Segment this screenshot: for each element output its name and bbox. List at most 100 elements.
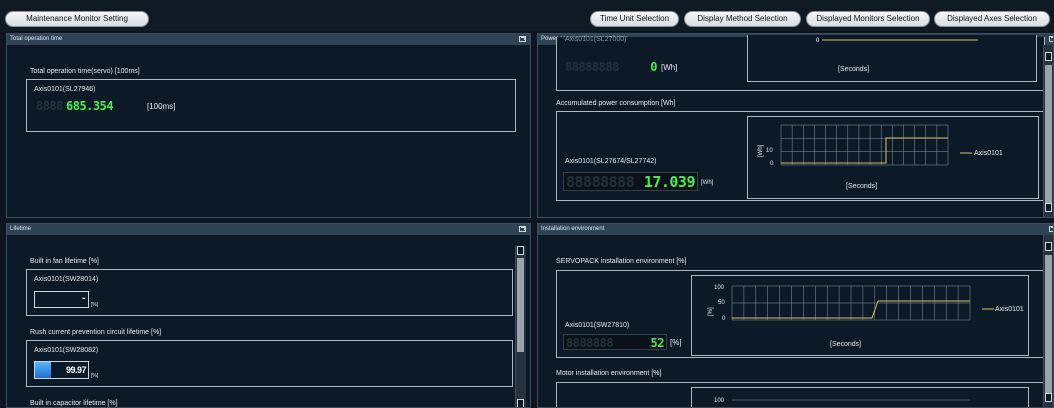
power-value: 0	[650, 60, 657, 74]
panel-title: Installation environment	[541, 226, 605, 232]
rush-current-bar: 99.97	[34, 361, 89, 379]
unit-label: [100ms]	[147, 102, 176, 111]
toolbar: Maintenance Monitor Setting Time Unit Se…	[0, 0, 1054, 31]
power-consumption-panel: Power consumption per unit time Axis0101…	[537, 33, 1054, 218]
rush-current-box: Axis0101(SW28082) 99.97 [%]	[26, 340, 513, 387]
scroll-up-icon[interactable]	[1045, 242, 1052, 251]
power-per-unit-box: Axis0101(SL27000) 88888888 0 [Wh] 0 [Sec…	[556, 35, 1045, 91]
servopack-box: Axis0101(SW27810) 8888888 52 [%] [%] 100…	[556, 270, 1045, 358]
scroll-up-icon[interactable]	[1045, 52, 1052, 61]
power-chart-svg: 0 [Seconds]	[816, 38, 978, 73]
vertical-scrollbar[interactable]	[1043, 45, 1053, 217]
scroll-thumb[interactable]	[517, 258, 524, 352]
vertical-scrollbar[interactable]	[1043, 235, 1053, 407]
rush-current-label: Rush current prevention circuit lifetime…	[30, 329, 162, 336]
maximize-icon[interactable]	[1049, 36, 1053, 42]
x-axis-label: [Seconds]	[846, 183, 877, 190]
panel-header: Lifetime	[7, 224, 530, 235]
axis-label: Axis0101(SW27810)	[565, 322, 630, 329]
value-display: 88888888 0	[563, 60, 659, 75]
operation-time-value: 685.354	[66, 99, 114, 113]
fan-lifetime-bar: -	[34, 291, 89, 308]
legend-label: Axis0101	[974, 150, 1003, 157]
maintenance-monitor-setting-button[interactable]: Maintenance Monitor Setting	[5, 11, 149, 27]
legend-label: Axis0101	[995, 306, 1024, 313]
scroll-up-icon[interactable]	[517, 246, 524, 255]
lcd-ghost-digits: 88888888	[566, 173, 635, 191]
fan-lifetime-box: Axis0101(SW28014) - [%]	[26, 269, 513, 316]
motor-environment-label: Motor installation environment [%]	[556, 370, 662, 377]
maximize-icon[interactable]	[1049, 226, 1053, 232]
fan-lifetime-value: -	[81, 294, 86, 304]
unit-label: [%]	[670, 338, 682, 347]
maximize-icon[interactable]	[519, 36, 526, 42]
monitor-box: Axis0101(SL27946) 8888 685.354 [100ms]	[26, 79, 516, 132]
y-tick-label: 0	[770, 161, 774, 167]
y-tick-label: 0	[722, 316, 726, 322]
time-unit-selection-button[interactable]: Time Unit Selection	[590, 11, 679, 27]
x-axis-label: [Seconds]	[838, 66, 869, 73]
y-axis-label: [Wh]	[758, 144, 764, 157]
servopack-chart-svg: [%] 100 50 0 Axis0101 [Seconds]	[708, 285, 1024, 348]
value-display: 8888888 52	[563, 334, 667, 350]
series-line	[781, 137, 948, 164]
value-display: 88888888 17.039	[563, 172, 698, 191]
fan-lifetime-label: Built in fan lifetime [%]	[30, 258, 99, 265]
x-axis-label: [Seconds]	[830, 341, 861, 348]
y-tick-label: 50	[718, 300, 725, 306]
accumulated-chart-svg: [Wh] 10 0 Axis0101 [Seconds]	[758, 124, 1003, 190]
accumulated-label: Accumulated power consumption [Wh]	[556, 100, 676, 107]
display-method-selection-button[interactable]: Display Method Selection	[684, 11, 801, 27]
accumulated-value: 17.039	[643, 173, 696, 191]
value-display: 8888 685.354	[34, 99, 144, 114]
maximize-icon[interactable]	[519, 226, 526, 232]
panel-header: Installation environment	[538, 224, 1053, 235]
axis-label: Axis0101(SW28014)	[34, 276, 99, 283]
accumulated-box: Axis0101(SL27674/SL27742) 88888888 17.03…	[556, 111, 1045, 201]
y-tick-label: 100	[714, 285, 725, 291]
axis-label: Axis0101(SL27946)	[34, 86, 96, 93]
rush-current-value: 99.97	[65, 365, 87, 375]
installation-environment-panel: Installation environment SERVOPACK insta…	[537, 223, 1054, 408]
axis-label: Axis0101(SW28082)	[34, 347, 99, 354]
total-operation-time-panel: Total operation time Total operation tim…	[6, 33, 531, 218]
scroll-down-icon[interactable]	[1045, 393, 1052, 402]
unit-label: [Wh]	[661, 63, 678, 72]
axis-label: Axis0101(SL27674/SL27742)	[565, 158, 657, 165]
servopack-chart: [%] 100 50 0 Axis0101 [Seconds]	[691, 275, 1029, 356]
panel-header: Total operation time	[7, 34, 530, 45]
scroll-thumb[interactable]	[1045, 255, 1052, 395]
displayed-axes-selection-button[interactable]: Displayed Axes Selection	[934, 11, 1050, 27]
chart-grid	[731, 285, 971, 321]
panel-title: Lifetime	[10, 226, 32, 232]
panel-title: Total operation time	[10, 36, 63, 42]
y-tick-label: 100	[714, 398, 725, 404]
displayed-monitors-selection-button[interactable]: Displayed Monitors Selection	[806, 11, 930, 27]
scroll-down-icon[interactable]	[517, 399, 524, 407]
motor-environment-box: 100	[556, 382, 1045, 407]
motor-chart: 100	[691, 387, 1029, 407]
servopack-label: SERVOPACK installation environment [%]	[556, 258, 687, 265]
y-tick-label: 10	[766, 148, 773, 154]
vertical-scrollbar[interactable]	[515, 246, 526, 407]
accumulated-chart: [Wh] 10 0 Axis0101 [Seconds]	[747, 116, 1039, 199]
lcd-ghost-digits: 8888	[36, 99, 63, 113]
lifetime-panel: Lifetime Built in fan lifetime [%] Axis0…	[6, 223, 531, 408]
unit-label: [%]	[91, 373, 99, 379]
unit-label: [%]	[91, 302, 99, 308]
chart-grid	[780, 124, 949, 166]
power-chart: 0 [Seconds]	[747, 35, 1037, 82]
scroll-down-icon[interactable]	[1045, 203, 1052, 212]
unit-label: [Wh]	[701, 180, 714, 186]
motor-chart-svg: 100	[714, 398, 970, 404]
axis-label: Axis0101(SL27000)	[565, 36, 627, 43]
rush-current-fill	[35, 362, 51, 378]
capacitor-lifetime-label: Built in capacitor lifetime [%]	[30, 400, 118, 407]
scroll-thumb[interactable]	[1045, 65, 1052, 207]
group-label: Total operation time(servo) [100ms]	[30, 68, 140, 75]
lcd-ghost-digits: 8888888	[566, 336, 614, 350]
y-tick-label: 0	[816, 38, 820, 44]
y-axis-label: [%]	[708, 307, 714, 316]
lcd-ghost-digits: 88888888	[565, 60, 619, 74]
servopack-value: 52	[650, 336, 665, 350]
